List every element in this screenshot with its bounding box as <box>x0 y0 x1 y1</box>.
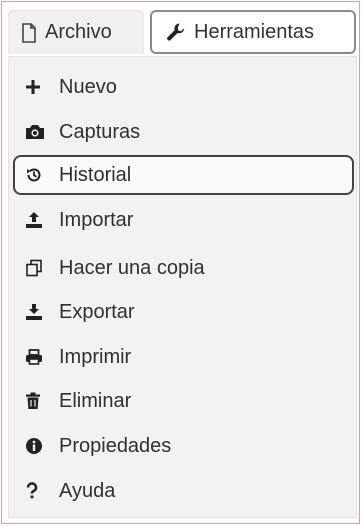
menu-item-label: Exportar <box>59 300 135 323</box>
question-icon <box>25 479 55 503</box>
menu-item-historial[interactable]: Historial <box>13 155 354 195</box>
menu-item-exportar[interactable]: Exportar <box>13 292 354 332</box>
menu-item-hacer-copia[interactable]: Hacer una copia <box>13 248 354 288</box>
menu-item-label: Propiedades <box>59 434 172 457</box>
menu-item-label: Capturas <box>59 120 141 143</box>
menu-item-label: Ayuda <box>59 479 116 502</box>
menu-item-label: Nuevo <box>59 75 117 98</box>
menu-window: Archivo Herramientas Nuevo Capturas Hist… <box>1 1 360 524</box>
upload-icon <box>25 208 55 232</box>
menu-item-nuevo[interactable]: Nuevo <box>13 67 354 107</box>
menu-item-eliminar[interactable]: Eliminar <box>13 381 354 421</box>
tab-herramientas[interactable]: Herramientas <box>150 10 356 54</box>
print-icon <box>25 345 55 369</box>
file-icon <box>21 22 37 43</box>
menu-item-importar[interactable]: Importar <box>13 200 354 240</box>
menu-item-label: Hacer una copia <box>59 256 205 279</box>
menu-item-propiedades[interactable]: Propiedades <box>13 426 354 466</box>
tab-archivo[interactable]: Archivo <box>8 10 144 54</box>
trash-icon <box>25 389 55 413</box>
menu-item-label: Eliminar <box>59 389 132 412</box>
camera-icon <box>25 120 55 144</box>
wrench-icon <box>166 22 186 42</box>
menu-item-capturas[interactable]: Capturas <box>13 112 354 152</box>
download-icon <box>25 300 55 324</box>
menu-item-label: Historial <box>59 163 132 186</box>
info-icon <box>25 434 55 458</box>
archivo-menu: Nuevo Capturas Historial Importar Hacer … <box>8 56 357 518</box>
menu-tabs: Archivo Herramientas <box>8 10 356 54</box>
menu-item-ayuda[interactable]: Ayuda <box>13 471 354 511</box>
tab-herramientas-label: Herramientas <box>194 20 315 43</box>
menu-item-label: Importar <box>59 208 134 231</box>
plus-icon <box>25 75 55 99</box>
tab-archivo-label: Archivo <box>45 21 112 43</box>
history-icon <box>25 163 55 187</box>
menu-item-imprimir[interactable]: Imprimir <box>13 337 354 377</box>
menu-item-label: Imprimir <box>59 345 132 368</box>
copy-icon <box>25 256 55 280</box>
